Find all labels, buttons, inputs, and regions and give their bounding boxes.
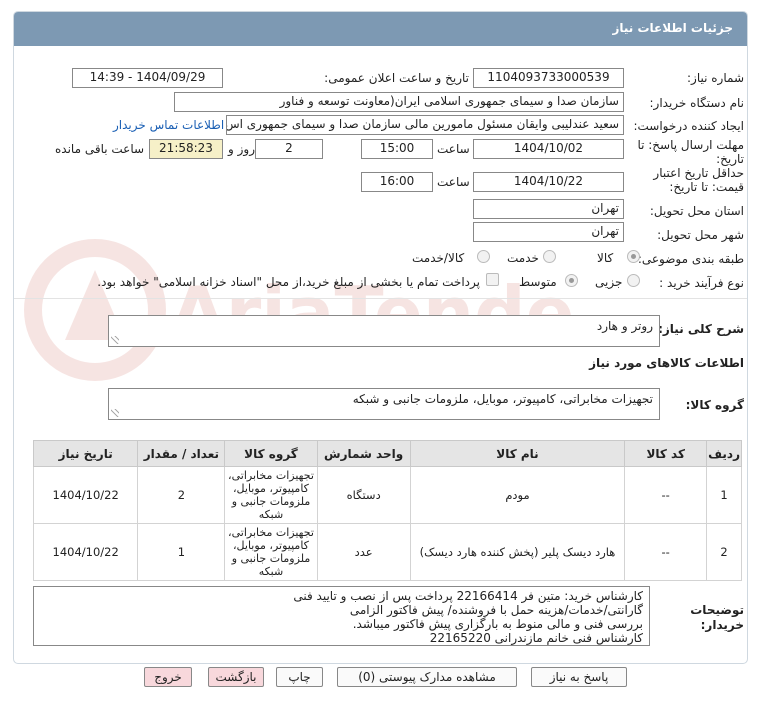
cell-code: -- — [624, 523, 708, 581]
days-label: روز و — [228, 142, 255, 156]
cell-date: 1404/10/22 — [32, 466, 139, 524]
process-option-medium: متوسط — [519, 275, 557, 289]
category-label: طبقه بندی موضوعی: — [637, 252, 744, 266]
table-header-row: ردیف کد کالا نام کالا واحد شمارش گروه کا… — [32, 440, 742, 467]
need-number-label: شماره نیاز: — [687, 71, 744, 85]
requester-field[interactable]: سعید عندلیبی وایقان مسئول مامورین مالی س… — [226, 115, 624, 135]
print-button[interactable]: چاپ — [276, 667, 323, 687]
col-date: تاریخ نیاز — [32, 440, 139, 467]
goods-group-label: گروه کالا: — [685, 398, 744, 412]
announce-label: تاریخ و ساعت اعلان عمومی: — [324, 71, 469, 85]
validity-time-label: ساعت — [437, 175, 470, 189]
table-row[interactable]: 1 -- مودم دستگاه تجهیزات مخابراتی، کامپی… — [32, 466, 742, 524]
description-label: شرح کلی نیاز: — [658, 322, 744, 336]
deadline-date-field[interactable]: 1404/10/02 — [473, 139, 624, 159]
deadline-label: مهلت ارسال پاسخ: تا — [637, 138, 744, 152]
reply-button[interactable]: پاسخ به نیاز — [531, 667, 627, 687]
remaining-time-field: 21:58:23 — [149, 139, 223, 159]
items-table: ردیف کد کالا نام کالا واحد شمارش گروه کا… — [32, 440, 742, 581]
cell-name: هارد دیسک پلیر (پخش کننده هارد دیسک) — [409, 523, 626, 581]
goods-group-value: تجهیزات مخابراتی، کامپیوتر، موبایل، ملزو… — [352, 392, 653, 406]
deadline-time-label: ساعت — [437, 142, 470, 156]
treasury-note: پرداخت تمام یا بخشی از مبلغ خرید،از محل … — [97, 275, 480, 289]
validity-time-field[interactable]: 16:00 — [361, 172, 433, 192]
table-row[interactable]: 2 -- هارد دیسک پلیر (پخش کننده هارد دیسک… — [32, 523, 742, 581]
validity-date-field[interactable]: 1404/10/22 — [473, 172, 624, 192]
col-name: نام کالا — [409, 440, 626, 467]
cell-qty: 1 — [137, 523, 226, 581]
cell-name: مودم — [409, 466, 626, 524]
notes-label: توضیحات — [690, 603, 744, 617]
divider — [14, 298, 747, 299]
province-label: استان محل تحویل: — [649, 204, 744, 218]
resize-grip-icon[interactable] — [111, 336, 119, 344]
buyer-org-field[interactable]: سازمان صدا و سیمای جمهوری اسلامی ایران(م… — [174, 92, 624, 112]
description-textarea[interactable]: روتر و هارد — [108, 315, 660, 347]
deadline-time-field[interactable]: 15:00 — [361, 139, 433, 159]
cell-group: تجهیزات مخابراتی، کامپیوتر، موبایل، ملزو… — [224, 466, 318, 524]
goods-info-title: اطلاعات کالاهای مورد نیاز — [589, 356, 744, 370]
remaining-label: ساعت باقی مانده — [55, 142, 145, 156]
cell-date: 1404/10/22 — [32, 523, 139, 581]
buyer-contact-link[interactable]: اطلاعات تماس خریدار — [113, 118, 224, 132]
col-group: گروه کالا — [224, 440, 318, 467]
back-button[interactable]: بازگشت — [208, 667, 264, 687]
resize-grip-icon[interactable] — [111, 409, 119, 417]
notes-label-buyer: خریدار: — [700, 618, 744, 632]
col-qty: تعداد / مقدار — [137, 440, 226, 467]
days-field[interactable]: 2 — [255, 139, 323, 159]
process-option-minor: جزیی — [595, 275, 623, 289]
buyer-org-label: نام دستگاه خریدار: — [649, 96, 745, 110]
city-label: شهر محل تحویل: — [657, 228, 744, 242]
page-title: جزئیات اطلاعات نیاز — [612, 21, 733, 35]
attachments-button[interactable]: مشاهده مدارک پیوستی (0) — [337, 667, 517, 687]
category-radio-goods[interactable] — [627, 250, 640, 263]
announce-field[interactable]: 1404/09/29 - 14:39 — [72, 68, 223, 88]
province-field[interactable]: تهران — [473, 199, 624, 219]
category-option-service: خدمت — [507, 251, 539, 265]
col-code: کد کالا — [624, 440, 708, 467]
need-number-field[interactable]: 1104093733000539 — [473, 68, 624, 88]
process-label: نوع فرآیند خرید : — [659, 276, 744, 290]
exit-button[interactable]: خروج — [144, 667, 192, 687]
cell-unit: عدد — [316, 523, 411, 581]
cell-group: تجهیزات مخابراتی، کامپیوتر، موبایل، ملزو… — [224, 523, 318, 581]
description-value: روتر و هارد — [596, 319, 653, 333]
cell-unit: دستگاه — [316, 466, 411, 524]
deadline-label-date: تاریخ: — [716, 152, 744, 166]
buyer-notes-textarea[interactable]: کارشناس خرید: متین فر 22166414 پرداخت پس… — [33, 586, 650, 646]
header-bar: جزئیات اطلاعات نیاز — [14, 12, 747, 46]
category-radio-service[interactable] — [543, 250, 556, 263]
cell-qty: 2 — [137, 466, 226, 524]
category-option-goods: کالا — [597, 251, 614, 265]
city-field[interactable]: تهران — [473, 222, 624, 242]
process-radio-medium[interactable] — [565, 274, 578, 287]
category-radio-both[interactable] — [477, 250, 490, 263]
category-option-both: کالا/خدمت — [412, 251, 465, 265]
requester-label: ایجاد کننده درخواست: — [633, 119, 744, 133]
cell-code: -- — [624, 466, 708, 524]
col-row: ردیف — [706, 440, 742, 467]
cell-row: 2 — [706, 523, 742, 581]
col-unit: واحد شمارش — [316, 440, 411, 467]
goods-group-textarea[interactable]: تجهیزات مخابراتی، کامپیوتر، موبایل، ملزو… — [108, 388, 660, 420]
validity-label-date: قیمت: تا تاریخ: — [669, 180, 744, 194]
process-radio-minor[interactable] — [627, 274, 640, 287]
treasury-checkbox[interactable] — [486, 273, 499, 286]
cell-row: 1 — [706, 466, 742, 524]
validity-label: حداقل تاریخ اعتبار — [653, 166, 744, 180]
